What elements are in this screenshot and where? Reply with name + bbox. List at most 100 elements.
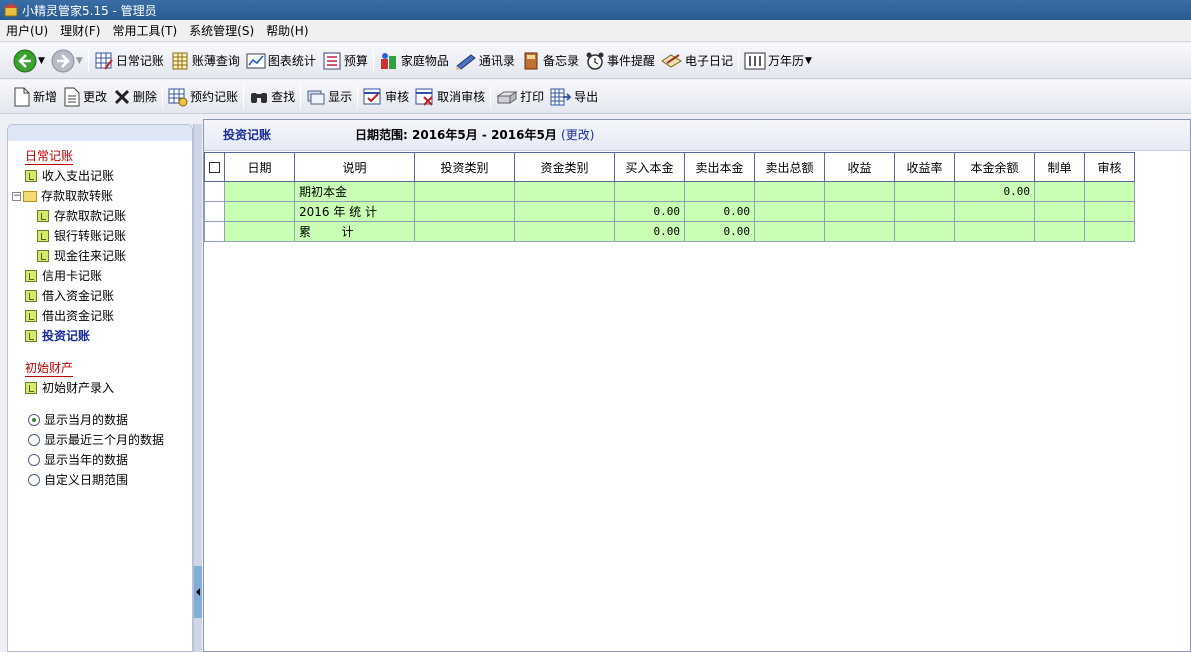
select-all-header[interactable] (204, 152, 225, 182)
sidebar-item-lend-out[interactable]: 借出资金记账 (25, 308, 114, 324)
toolbar-separator (490, 84, 492, 109)
sidebar-splitter[interactable] (193, 124, 202, 652)
table-row[interactable]: 累 计 0.00 0.00 (204, 221, 1135, 242)
contacts-button[interactable]: 通讯录 (452, 47, 518, 75)
print-button[interactable]: 打印 (493, 83, 547, 111)
cell-profit-rate (894, 201, 955, 222)
record-toolbar: 新增 更改 删除 预约记账 查找 显示 审核 取消审核 打印 导出 (0, 80, 1191, 114)
delete-button[interactable]: 删除 (110, 83, 160, 111)
memo-book-icon (524, 52, 538, 69)
toolbar-separator (162, 84, 164, 109)
contacts-pen-icon (455, 53, 476, 70)
scheduled-record-button[interactable]: 预约记账 (165, 83, 241, 111)
table-row[interactable]: 期初本金 0.00 (204, 181, 1135, 202)
row-select-cell[interactable] (204, 201, 225, 222)
radio-last-three-months[interactable]: 显示最近三个月的数据 (28, 432, 164, 448)
column-header[interactable]: 卖出本金 (684, 152, 755, 182)
sidebar-item-label: 信用卡记账 (42, 269, 103, 283)
cell-maker (1034, 201, 1085, 222)
select-all-checkbox[interactable] (209, 162, 220, 173)
sidebar-item-bank-transfer[interactable]: 银行转账记账 (37, 228, 126, 244)
household-items-button[interactable]: 家庭物品 (376, 47, 452, 75)
cell-maker (1034, 181, 1085, 202)
sidebar-item-label: 存款取款转账 (41, 189, 114, 203)
export-button[interactable]: 导出 (547, 83, 601, 111)
radio-current-month[interactable]: 显示当月的数据 (28, 412, 128, 428)
sidebar-item-credit-card[interactable]: 信用卡记账 (25, 268, 102, 284)
find-label: 查找 (271, 90, 296, 104)
column-header[interactable]: 说明 (294, 152, 415, 182)
column-header[interactable]: 资金类别 (514, 152, 615, 182)
chevron-down-icon: ▼ (805, 55, 812, 66)
collapse-icon[interactable]: − (12, 191, 21, 201)
sidebar-item-borrow-in[interactable]: 借入资金记账 (25, 288, 114, 304)
column-header[interactable]: 本金余额 (954, 152, 1035, 182)
sidebar-item-deposit-record[interactable]: 存款取款记账 (37, 208, 126, 224)
event-reminder-label: 事件提醒 (606, 54, 655, 68)
binoculars-icon (251, 92, 268, 103)
column-header[interactable]: 日期 (224, 152, 295, 182)
sidebar-item-income-expense[interactable]: 收入支出记账 (25, 168, 114, 184)
column-header[interactable]: 收益率 (894, 152, 955, 182)
calendar-button[interactable]: 万年历 ▼ (741, 47, 815, 75)
display-button[interactable]: 显示 (303, 83, 355, 111)
sidebar-item-initial-assets[interactable]: 初始财产录入 (25, 380, 114, 396)
budget-button[interactable]: 预算 (319, 47, 371, 75)
memo-label: 备忘录 (542, 54, 579, 68)
menu-finance[interactable]: 理财(F) (54, 20, 106, 42)
change-range-link[interactable]: (更改) (561, 128, 594, 142)
household-items-label: 家庭物品 (400, 54, 449, 68)
sidebar-item-investment[interactable]: 投资记账 (25, 328, 90, 344)
daily-record-button[interactable]: 日常记账 (91, 47, 167, 75)
cancel-audit-button[interactable]: 取消审核 (412, 83, 488, 111)
edit-button[interactable]: 更改 (60, 83, 110, 111)
back-button[interactable]: ▼ (10, 47, 48, 75)
forward-button[interactable]: ▼ (48, 47, 86, 75)
cell-date (224, 221, 295, 242)
row-select-cell[interactable] (204, 181, 225, 202)
date-range-label: 日期范围: (355, 128, 408, 142)
cell-profit-rate (894, 181, 955, 202)
new-button[interactable]: 新增 (10, 83, 60, 111)
display-stack-icon (307, 90, 325, 104)
chevron-down-icon: ▼ (38, 55, 45, 66)
contacts-label: 通讯录 (478, 54, 515, 68)
column-header[interactable]: 投资类别 (414, 152, 515, 182)
ledger-query-button[interactable]: 账薄查询 (167, 47, 243, 75)
radio-custom-range[interactable]: 自定义日期范围 (28, 472, 128, 488)
radio-current-year[interactable]: 显示当年的数据 (28, 452, 128, 468)
new-document-icon (14, 87, 30, 106)
column-header[interactable]: 卖出总额 (754, 152, 825, 182)
column-header[interactable]: 收益 (824, 152, 895, 182)
schedule-grid-icon (168, 88, 188, 106)
calendar-label: 万年历 (767, 54, 804, 68)
sidebar-item-label: 借入资金记账 (42, 289, 115, 303)
find-button[interactable]: 查找 (246, 83, 298, 111)
column-header[interactable]: 制单 (1034, 152, 1085, 182)
row-select-cell[interactable] (204, 221, 225, 242)
event-reminder-button[interactable]: 事件提醒 (582, 47, 658, 75)
column-header[interactable]: 买入本金 (614, 152, 685, 182)
radio-selected-icon (28, 414, 40, 426)
menu-user[interactable]: 用户(U) (0, 20, 54, 42)
menu-system[interactable]: 系统管理(S) (183, 20, 260, 42)
forward-arrow-icon (51, 49, 75, 72)
menu-help[interactable]: 帮助(H) (260, 20, 314, 42)
audit-button[interactable]: 审核 (360, 83, 412, 111)
cell-maker (1034, 221, 1085, 242)
list-icon (323, 52, 341, 69)
delete-x-icon (114, 89, 130, 104)
diary-button[interactable]: 电子日记 (658, 47, 736, 75)
sidebar-item-deposit-transfer[interactable]: − 存款取款转账 (12, 188, 113, 204)
folder-icon (23, 190, 37, 202)
column-header[interactable]: 审核 (1084, 152, 1135, 182)
memo-button[interactable]: 备忘录 (518, 47, 582, 75)
sidebar-item-cash-record[interactable]: 现金往来记账 (37, 248, 126, 264)
radio-icon (28, 454, 40, 466)
chart-stats-label: 图表统计 (267, 54, 316, 68)
chart-stats-button[interactable]: 图表统计 (243, 47, 319, 75)
cell-investment-type (414, 201, 515, 222)
table-row[interactable]: 2016 年 统 计 0.00 0.00 (204, 201, 1135, 222)
menu-tools[interactable]: 常用工具(T) (106, 20, 183, 42)
collapse-arrow-icon[interactable] (194, 566, 202, 618)
